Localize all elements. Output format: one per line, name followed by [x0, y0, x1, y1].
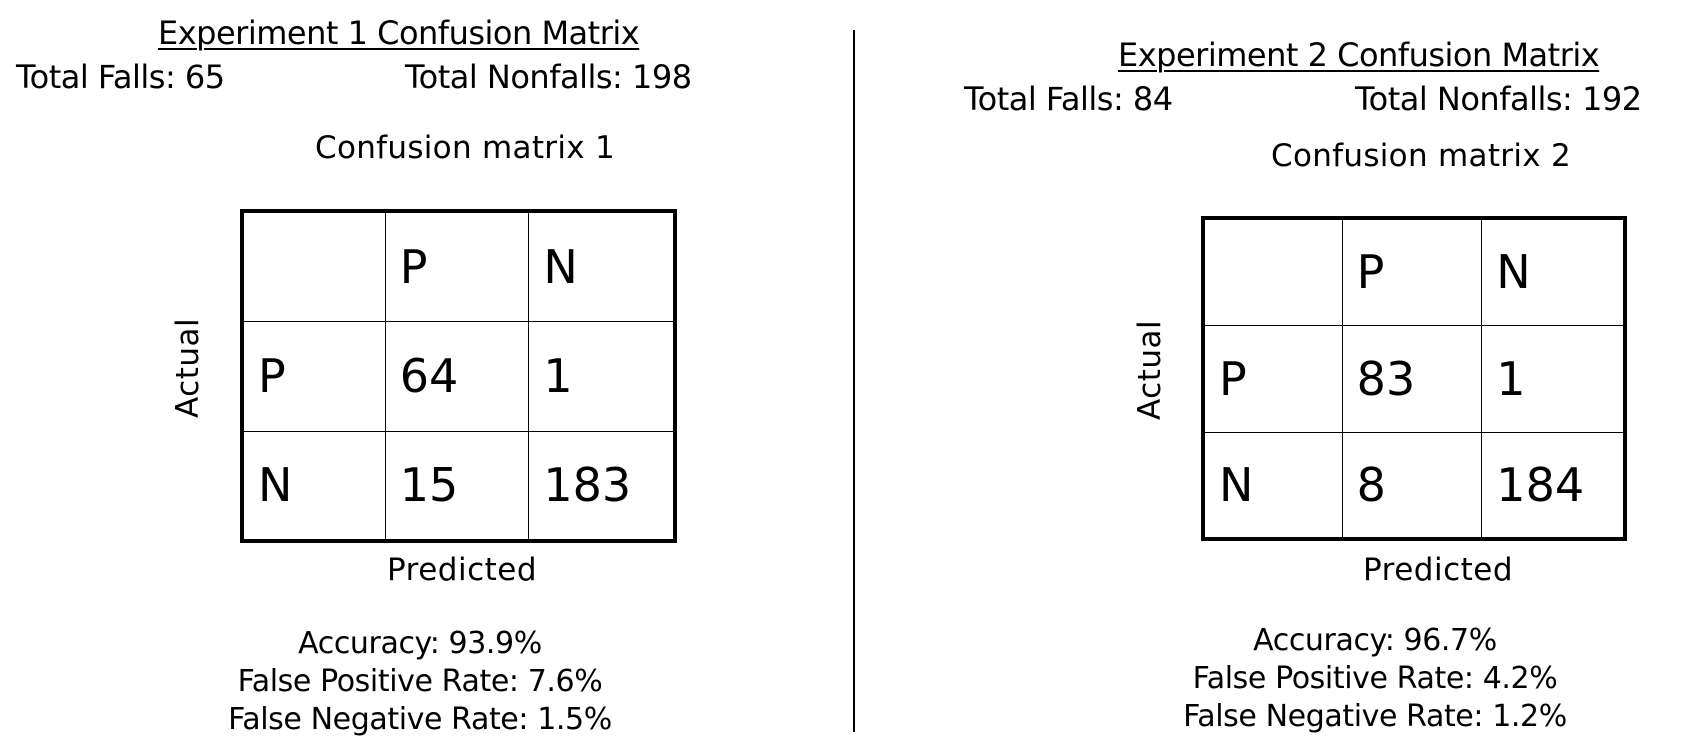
table-row: P 64 1: [241, 320, 676, 432]
matrix-2-actual-n-header: N: [1202, 431, 1343, 540]
experiment-2-title: Experiment 2 Confusion Matrix: [1118, 36, 1600, 74]
experiment-1-false-negative-rate: False Negative Rate: 1.5%: [228, 702, 612, 737]
matrix-1-false-positive-cell: 15: [384, 430, 530, 542]
matrix-2-corner-cell: [1202, 217, 1343, 326]
matrix-1-true-positive-cell: 64: [384, 320, 530, 432]
matrix-1-actual-p-header: P: [241, 320, 386, 432]
experiment-1-accuracy: Accuracy: 93.9%: [298, 626, 542, 661]
experiment-2-false-negative-rate: False Negative Rate: 1.2%: [1183, 699, 1567, 734]
table-row: P 83 1: [1202, 324, 1626, 433]
matrix-2-predicted-n-header: N: [1481, 217, 1626, 326]
matrix-2-actual-p-header: P: [1202, 324, 1343, 433]
experiment-1-predicted-axis-label: Predicted: [387, 552, 538, 588]
experiment-1-title: Experiment 1 Confusion Matrix: [158, 14, 640, 52]
matrix-2-true-positive-cell: 83: [1341, 324, 1483, 433]
matrix-2-false-negative-cell: 1: [1481, 324, 1626, 433]
experiment-2-accuracy: Accuracy: 96.7%: [1253, 623, 1497, 658]
experiment-1-actual-axis-label: Actual: [170, 317, 206, 418]
experiment-1-metrics: Accuracy: 93.9% False Positive Rate: 7.6…: [190, 625, 650, 739]
experiment-1-total-nonfalls: Total Nonfalls: 198: [405, 58, 692, 96]
experiment-2-total-falls: Total Falls: 84: [964, 80, 1173, 118]
confusion-matrix-2-title: Confusion matrix 2: [1271, 138, 1572, 174]
panel-divider: [853, 30, 855, 732]
matrix-2-true-negative-cell: 184: [1481, 431, 1626, 540]
matrix-1-predicted-n-header: N: [528, 210, 676, 322]
matrix-1-true-negative-cell: 183: [528, 430, 676, 542]
experiment-2-panel: Experiment 2 Confusion Matrix Total Fall…: [960, 0, 1691, 750]
experiment-2-false-positive-rate: False Positive Rate: 4.2%: [1192, 661, 1558, 696]
confusion-matrix-1-table: P N P 64 1 N 15 183: [240, 209, 677, 543]
table-row: N 15 183: [241, 430, 676, 542]
matrix-1-false-negative-cell: 1: [528, 320, 676, 432]
experiment-2-metrics: Accuracy: 96.7% False Positive Rate: 4.2…: [1145, 622, 1605, 736]
matrix-2-predicted-p-header: P: [1341, 217, 1483, 326]
confusion-matrix-2-table: P N P 83 1 N 8 184: [1201, 216, 1627, 541]
experiment-1-panel: Experiment 1 Confusion Matrix Total Fall…: [0, 0, 845, 750]
confusion-matrix-1-title: Confusion matrix 1: [315, 130, 616, 166]
experiment-1-total-falls: Total Falls: 65: [16, 58, 225, 96]
experiment-2-predicted-axis-label: Predicted: [1363, 552, 1514, 588]
experiment-2-total-nonfalls: Total Nonfalls: 192: [1355, 80, 1642, 118]
table-row: P N: [241, 210, 676, 322]
table-row: P N: [1202, 217, 1626, 326]
matrix-2-false-positive-cell: 8: [1341, 431, 1483, 540]
experiment-1-false-positive-rate: False Positive Rate: 7.6%: [237, 664, 603, 699]
matrix-1-corner-cell: [241, 210, 386, 322]
matrix-1-actual-n-header: N: [241, 430, 386, 542]
table-row: N 8 184: [1202, 431, 1626, 540]
experiment-2-actual-axis-label: Actual: [1132, 319, 1168, 420]
page: { "experiments": [ { "title": "Experimen…: [0, 0, 1691, 750]
matrix-1-predicted-p-header: P: [384, 210, 530, 322]
